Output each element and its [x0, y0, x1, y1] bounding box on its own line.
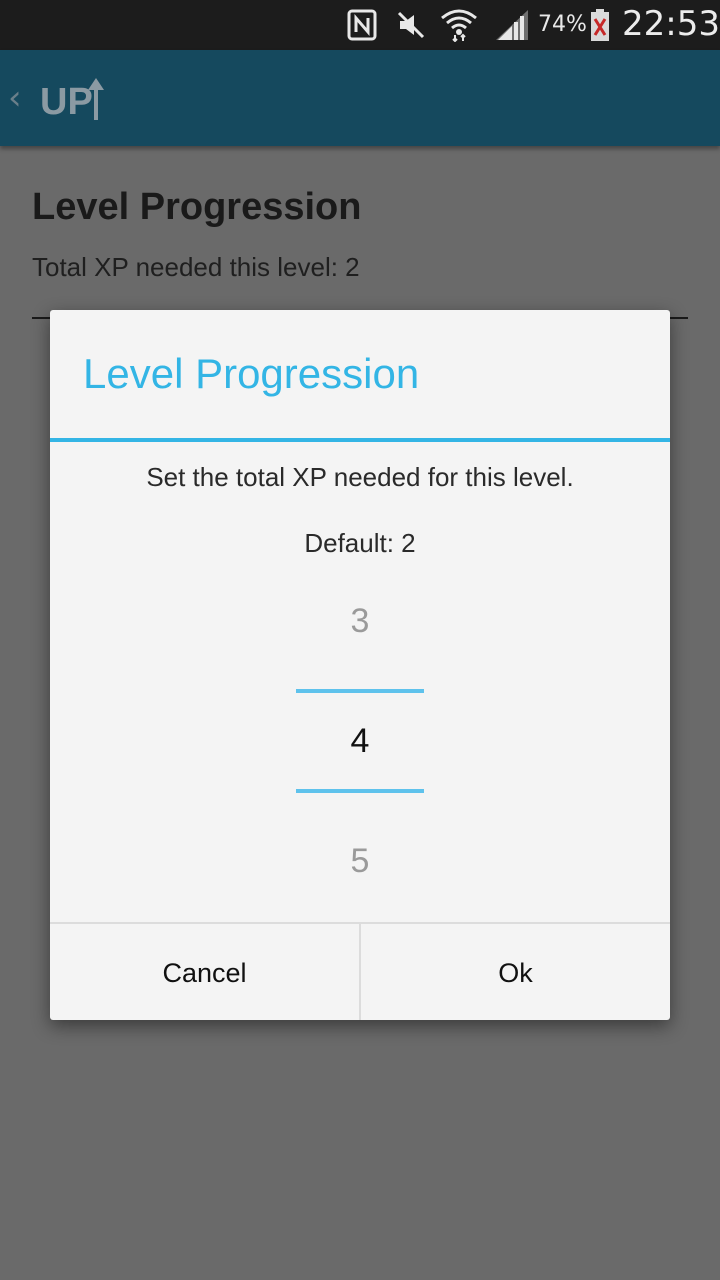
- screen: 74% 22:53 ‹ UP Level Progression Total X…: [0, 0, 720, 1280]
- picker-current-value[interactable]: 4: [296, 722, 424, 761]
- mute-icon: [397, 11, 425, 39]
- picker-selection-line-bottom: [296, 789, 424, 793]
- cancel-button[interactable]: Cancel: [50, 924, 359, 1020]
- page-title: Level Progression: [32, 186, 362, 228]
- battery-percent: 74%: [538, 12, 587, 37]
- svg-text:UP: UP: [40, 81, 93, 122]
- dialog-button-bar: Cancel Ok: [50, 922, 670, 1020]
- picker-previous-value[interactable]: 3: [296, 602, 424, 641]
- level-progression-dialog: Level Progression Set the total XP neede…: [50, 310, 670, 1020]
- dialog-title-divider: [50, 438, 670, 442]
- app-logo-icon[interactable]: UP: [38, 76, 106, 122]
- xp-number-picker[interactable]: 3 4 5: [296, 580, 424, 900]
- default-value-label: Default: 2: [304, 528, 416, 558]
- dialog-message: Set the total XP needed for this level.: [146, 462, 574, 492]
- picker-next-value[interactable]: 5: [296, 842, 424, 881]
- dialog-title: Level Progression: [83, 350, 420, 397]
- action-bar: ‹ UP: [0, 50, 720, 146]
- status-bar: 74% 22:53: [0, 0, 720, 50]
- ok-button[interactable]: Ok: [361, 924, 670, 1020]
- xp-needed-label[interactable]: Total XP needed this level: 2: [32, 252, 360, 283]
- battery-icon: [591, 9, 609, 41]
- picker-selection-line-top: [296, 689, 424, 693]
- wifi-icon: [441, 9, 477, 42]
- back-chevron-icon[interactable]: ‹: [8, 78, 22, 118]
- signal-icon: [496, 10, 528, 40]
- clock: 22:53: [622, 4, 720, 44]
- nfc-icon: [347, 9, 377, 41]
